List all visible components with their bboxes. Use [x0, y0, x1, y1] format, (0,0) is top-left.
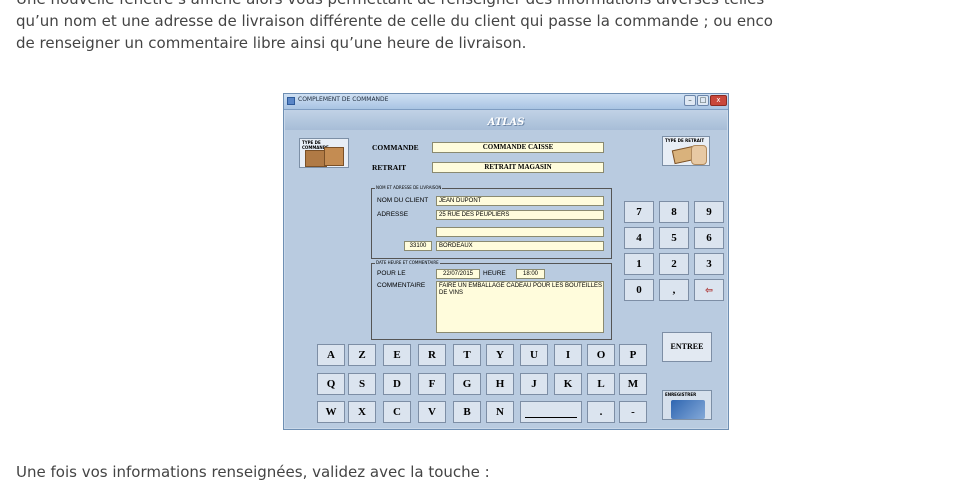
key-l[interactable]: L — [587, 373, 615, 395]
order-type-button[interactable]: TYPE DE COMMANDE — [299, 138, 349, 168]
numpad-key-comma[interactable]: , — [659, 279, 689, 301]
commande-field[interactable]: COMMANDE CAISSE — [432, 142, 604, 153]
key-z[interactable]: Z — [348, 344, 376, 366]
date-label: POUR LE — [377, 270, 406, 277]
enter-button[interactable]: ENTREE — [662, 332, 712, 362]
date-comment-group-label: DATE HEURE ET COMMENTAIRE — [375, 260, 440, 265]
comment-textarea[interactable]: FAIRE UN EMBALLAGE CADEAU POUR LES BOUTE… — [436, 281, 604, 333]
pickup-type-button[interactable]: TYPE DE RETRAIT — [662, 136, 710, 166]
key-u[interactable]: U — [520, 344, 548, 366]
key-g[interactable]: G — [453, 373, 481, 395]
numpad-key-4[interactable]: 4 — [624, 227, 654, 249]
app-title-bar: ATLAS — [285, 110, 727, 130]
key-y[interactable]: Y — [486, 344, 514, 366]
close-button[interactable]: x — [710, 95, 727, 106]
window-titlebar[interactable]: COMPLEMENT DE COMMANDE – □ x — [284, 94, 728, 110]
comment-label: COMMENTAIRE — [377, 282, 426, 289]
intro-paragraph-line-2: qu’un nom et une adresse de livraison di… — [16, 12, 773, 30]
pickup-type-caption: TYPE DE RETRAIT — [665, 138, 705, 143]
app-title: ATLAS — [487, 117, 525, 128]
backspace-key[interactable]: ⇦ — [694, 279, 724, 301]
retrait-label: RETRAIT — [372, 163, 407, 172]
key-f[interactable]: F — [418, 373, 446, 395]
key-h[interactable]: H — [486, 373, 514, 395]
space-bar-line — [525, 417, 577, 418]
key-j[interactable]: J — [520, 373, 548, 395]
maximize-button[interactable]: □ — [697, 95, 709, 106]
key-o[interactable]: O — [587, 344, 615, 366]
key-w[interactable]: W — [317, 401, 345, 423]
key-e[interactable]: E — [383, 344, 411, 366]
numpad-key-9[interactable]: 9 — [694, 201, 724, 223]
key-m[interactable]: M — [619, 373, 647, 395]
key-r[interactable]: R — [418, 344, 446, 366]
hour-field[interactable]: 18:00 — [516, 269, 545, 279]
intro-paragraph-line-1: Une nouvelle fenêtre s’affiche alors vou… — [16, 0, 764, 10]
key-q[interactable]: Q — [317, 373, 345, 395]
retrait-field[interactable]: RETRAIT MAGASIN — [432, 162, 604, 173]
numpad-key-3[interactable]: 3 — [694, 253, 724, 275]
commande-label: COMMANDE — [372, 143, 419, 152]
key-t[interactable]: T — [453, 344, 481, 366]
postcode-field[interactable]: 33100 — [404, 241, 432, 251]
backspace-arrow-icon: ⇦ — [705, 285, 713, 295]
hour-label: HEURE — [483, 270, 506, 277]
key-i[interactable]: I — [554, 344, 582, 366]
save-button[interactable]: ENREGISTRER — [662, 390, 712, 420]
key-n[interactable]: N — [486, 401, 514, 423]
numpad-key-5[interactable]: 5 — [659, 227, 689, 249]
app-icon — [287, 97, 295, 105]
minimize-button[interactable]: – — [684, 95, 696, 106]
key-x[interactable]: X — [348, 401, 376, 423]
key-p[interactable]: P — [619, 344, 647, 366]
numpad-key-2[interactable]: 2 — [659, 253, 689, 275]
numpad-key-6[interactable]: 6 — [694, 227, 724, 249]
address-line1-field[interactable]: 25 RUE DES PEUPLIERS — [436, 210, 604, 220]
key-v[interactable]: V — [418, 401, 446, 423]
date-field[interactable]: 22/07/2015 — [436, 269, 480, 279]
address-line2-field[interactable] — [436, 227, 604, 237]
key-dot[interactable]: . — [587, 401, 615, 423]
key-s[interactable]: S — [348, 373, 376, 395]
client-name-field[interactable]: JEAN DUPONT — [436, 196, 604, 206]
key-k[interactable]: K — [554, 373, 582, 395]
window-content: ATLAS TYPE DE COMMANDE TYPE DE RETRAIT C… — [285, 110, 727, 428]
complement-commande-window: COMPLEMENT DE COMMANDE – □ x ATLAS TYPE … — [283, 93, 729, 430]
save-caption: ENREGISTRER — [665, 392, 697, 397]
key-dash[interactable]: - — [619, 401, 647, 423]
space-key[interactable] — [520, 401, 582, 423]
client-name-label: NOM DU CLIENT — [377, 197, 429, 204]
window-title: COMPLEMENT DE COMMANDE — [298, 96, 389, 103]
key-d[interactable]: D — [383, 373, 411, 395]
numpad-key-7[interactable]: 7 — [624, 201, 654, 223]
numpad-key-0[interactable]: 0 — [624, 279, 654, 301]
key-a[interactable]: A — [317, 344, 345, 366]
numpad-key-1[interactable]: 1 — [624, 253, 654, 275]
city-field[interactable]: BORDEAUX — [436, 241, 604, 251]
key-b[interactable]: B — [453, 401, 481, 423]
numpad-key-8[interactable]: 8 — [659, 201, 689, 223]
address-label: ADRESSE — [377, 211, 409, 218]
intro-paragraph-line-3: de renseigner un commentaire libre ainsi… — [16, 34, 527, 52]
key-c[interactable]: C — [383, 401, 411, 423]
delivery-address-group-label: NOM ET ADRESSE DE LIVRAISON — [375, 185, 443, 190]
outro-paragraph: Une fois vos informations renseignées, v… — [16, 463, 490, 481]
